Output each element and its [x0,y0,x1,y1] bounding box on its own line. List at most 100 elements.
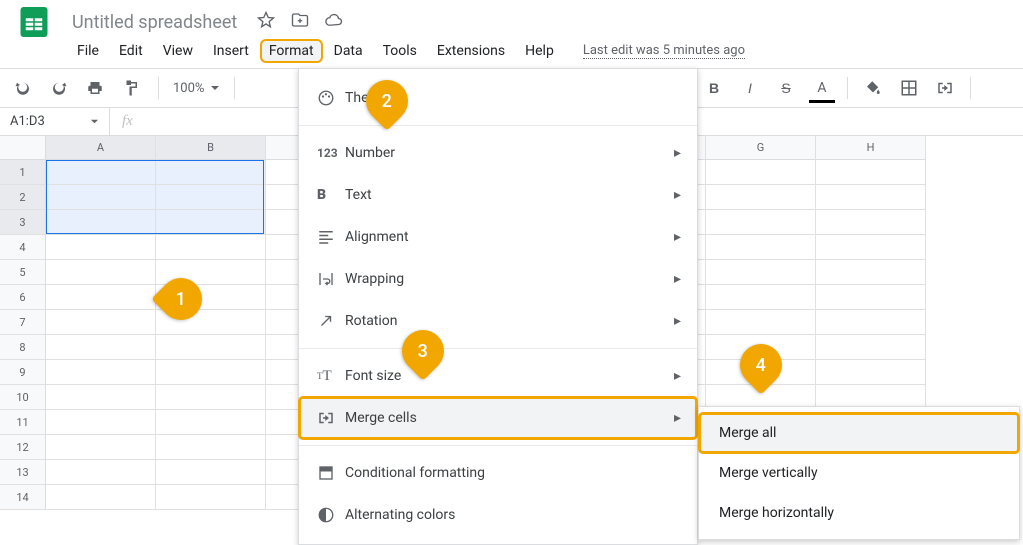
menu-help[interactable]: Help [516,39,563,63]
cell[interactable] [156,185,266,210]
row-header[interactable]: 11 [0,410,46,435]
menu-conditional-formatting[interactable]: Conditional formatting [299,452,697,494]
row-header[interactable]: 4 [0,235,46,260]
select-all-corner[interactable] [0,136,46,160]
cell[interactable] [706,310,816,335]
cell[interactable] [816,160,926,185]
cell[interactable] [816,185,926,210]
cell[interactable] [156,385,266,410]
undo-button[interactable] [10,75,36,101]
bold-button[interactable]: B [701,75,727,101]
cell[interactable] [156,485,266,510]
row-header[interactable]: 14 [0,485,46,510]
print-button[interactable] [82,75,108,101]
menu-format[interactable]: Format [260,39,323,63]
borders-button[interactable] [896,75,922,101]
cell[interactable] [156,435,266,460]
cell[interactable] [46,210,156,235]
cell[interactable] [816,360,926,385]
menu-wrapping[interactable]: Wrapping ▸ [299,258,697,300]
row-header[interactable]: 2 [0,185,46,210]
menu-tools[interactable]: Tools [374,39,426,63]
cell[interactable] [46,285,156,310]
cell[interactable] [816,310,926,335]
cell[interactable] [46,485,156,510]
cell[interactable] [156,360,266,385]
move-icon[interactable] [291,11,309,33]
cell[interactable] [816,210,926,235]
cell[interactable] [706,185,816,210]
menu-theme[interactable]: Theme [299,77,697,119]
menu-font-size[interactable]: TT Font size ▸ [299,355,697,397]
zoom-selector[interactable]: 100% [173,81,220,96]
redo-button[interactable] [46,75,72,101]
menu-merge-cells[interactable]: Merge cells ▸ [299,397,697,439]
cell[interactable] [816,260,926,285]
menu-insert[interactable]: Insert [204,39,258,63]
merge-horizontally[interactable]: Merge horizontally [699,493,1019,533]
col-header[interactable]: B [156,136,266,160]
text-color-button[interactable]: A [809,75,835,101]
menu-number[interactable]: 123 Number ▸ [299,132,697,174]
menu-edit[interactable]: Edit [110,39,152,63]
fill-color-button[interactable] [860,75,886,101]
menu-extensions[interactable]: Extensions [428,39,514,63]
doc-title[interactable]: Untitled spreadsheet [66,10,243,35]
cell[interactable] [816,335,926,360]
merge-button[interactable] [932,75,958,101]
paint-format-button[interactable] [118,75,144,101]
cell[interactable] [46,410,156,435]
cell[interactable] [156,460,266,485]
row-header[interactable]: 13 [0,460,46,485]
sheets-logo[interactable] [14,2,54,42]
name-box[interactable]: A1:D3 [0,108,110,135]
star-icon[interactable] [257,11,275,33]
cell[interactable] [46,335,156,360]
cell[interactable] [46,360,156,385]
cell[interactable] [46,310,156,335]
row-header[interactable]: 12 [0,435,46,460]
cell[interactable] [706,285,816,310]
cell[interactable] [816,285,926,310]
italic-button[interactable]: I [737,75,763,101]
row-header[interactable]: 8 [0,335,46,360]
row-header[interactable]: 6 [0,285,46,310]
cell[interactable] [706,260,816,285]
cell[interactable] [46,435,156,460]
cell[interactable] [46,385,156,410]
cell[interactable] [46,460,156,485]
row-header[interactable]: 3 [0,210,46,235]
cell[interactable] [46,160,156,185]
row-header[interactable]: 1 [0,160,46,185]
strikethrough-button[interactable]: S [773,75,799,101]
cell[interactable] [706,235,816,260]
cell[interactable] [46,185,156,210]
cell[interactable] [46,235,156,260]
menu-text[interactable]: B Text ▸ [299,174,697,216]
last-edit-link[interactable]: Last edit was 5 minutes ago [583,43,745,59]
col-header[interactable]: G [706,136,816,160]
row-header[interactable]: 10 [0,385,46,410]
menu-data[interactable]: Data [325,39,372,63]
row-header[interactable]: 9 [0,360,46,385]
menu-file[interactable]: File [68,39,108,63]
cell[interactable] [706,160,816,185]
row-header[interactable]: 7 [0,310,46,335]
cell[interactable] [156,410,266,435]
cell[interactable] [706,210,816,235]
menu-alternating-colors[interactable]: Alternating colors [299,494,697,536]
cell[interactable] [156,210,266,235]
merge-vertically[interactable]: Merge vertically [699,453,1019,493]
cell[interactable] [816,235,926,260]
cell[interactable] [156,160,266,185]
col-header[interactable]: A [46,136,156,160]
cloud-icon[interactable] [325,11,343,33]
menu-rotation[interactable]: Rotation ▸ [299,300,697,342]
cell[interactable] [156,335,266,360]
row-header[interactable]: 5 [0,260,46,285]
merge-all[interactable]: Merge all [699,413,1019,453]
menu-alignment[interactable]: Alignment ▸ [299,216,697,258]
menu-view[interactable]: View [154,39,202,63]
cell[interactable] [156,235,266,260]
cell[interactable] [46,260,156,285]
